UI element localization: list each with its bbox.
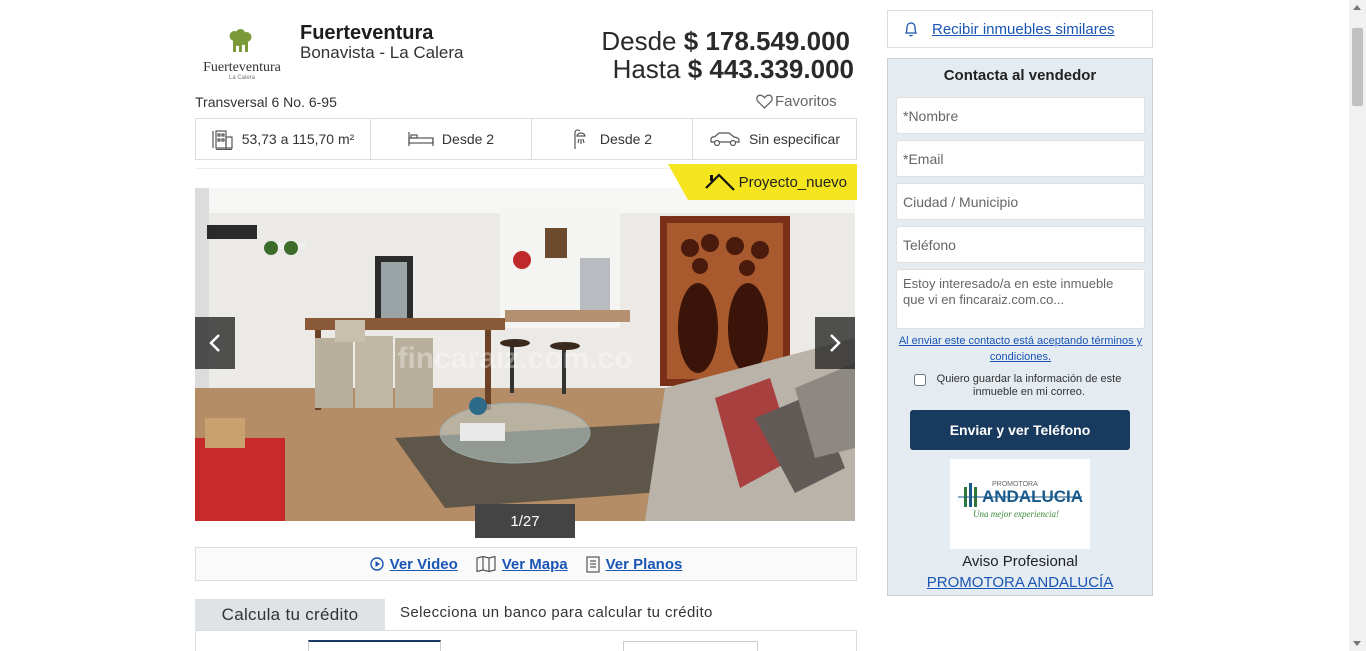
feature-parking: Sin especificar [693,119,856,159]
feature-bathrooms: Desde 2 [532,119,693,159]
gallery-next-button[interactable] [815,317,855,369]
agent-logo: PROMOTORA ANDALUCIA Una mejor experienci… [950,459,1090,549]
credit-calculator-tab[interactable]: Calcula tu crédito [195,599,385,631]
plans-link[interactable]: Ver Planos [586,555,683,573]
svg-text:fincaraiz.com.co: fincaraiz.com.co [397,342,632,375]
similar-alert-link[interactable]: Recibir inmuebles similares [932,21,1115,38]
new-project-badge: Proyecto_nuevo [668,164,857,200]
scroll-down-icon[interactable] [1353,641,1361,646]
features-bar: 53,73 a 115,70 m² Desde 2 Desde 2 Sin es… [195,118,857,160]
project-name: Fuerteventura [300,22,434,44]
save-info-row: Quiero guardar la información de este in… [914,373,1144,399]
scroll-thumb[interactable] [1352,28,1363,106]
terms-link[interactable]: Al enviar este contacto está aceptando t… [896,333,1145,365]
svg-text:Fuerteventura: Fuerteventura [203,60,282,75]
building-area-icon [212,130,233,150]
chevron-left-icon [209,334,220,352]
project-logo: Fuerteventura La Calera [196,28,288,82]
badge-label: Proyecto_nuevo [738,173,847,191]
phone-field[interactable] [896,226,1145,263]
car-icon [710,132,740,147]
house-roof-icon [704,173,735,191]
price-from-value: $ 178.549.000 [683,26,850,56]
map-link-label: Ver Mapa [501,555,568,573]
media-links-bar: Ver Video Ver Mapa Ver Planos [195,547,857,581]
feature-area: 53,73 a 115,70 m² [196,119,371,159]
price-to-label: Hasta [612,54,681,84]
contact-title: Contacta al vendedor [943,67,1097,84]
save-info-checkbox[interactable] [914,374,926,386]
favorites-button[interactable]: Favoritos [756,93,837,110]
price-from-label: Desde [601,26,677,56]
favorites-label: Favoritos [775,93,837,110]
submit-button[interactable]: Enviar y ver Teléfono [910,410,1130,450]
svg-text:ANDALUCIA: ANDALUCIA [982,487,1083,506]
feature-area-label: 53,73 a 115,70 m² [241,131,355,147]
scrollbar[interactable] [1349,0,1366,651]
project-location: Bonavista - La Calera [300,43,464,62]
shower-icon [574,129,586,149]
scroll-up-icon[interactable] [1353,5,1361,10]
chevron-right-icon [830,334,841,352]
save-info-label: Quiero guardar la información de este in… [936,373,1122,398]
plans-icon [586,555,600,573]
property-photo: fincaraiz.com.co [195,188,855,521]
plans-link-label: Ver Planos [605,555,683,573]
map-link[interactable]: Ver Mapa [476,556,568,573]
contact-form: Contacta al vendedor Al enviar este cont… [887,58,1153,596]
svg-text:Una mejor experiencia!: Una mejor experiencia! [973,509,1059,519]
video-link[interactable]: Ver Video [369,555,458,573]
property-address: Transversal 6 No. 6-95 [195,94,337,110]
heart-icon [756,94,773,109]
price-from: Desde $ 178.549.000 [601,26,850,57]
bell-icon [904,22,918,37]
email-field[interactable] [896,140,1145,177]
feature-parking-label: Sin especificar [748,131,841,147]
gallery-counter: 1/27 [475,504,575,538]
feature-bathrooms-label: Desde 2 [599,131,653,147]
svg-text:La Calera: La Calera [229,75,256,81]
similar-alert-box: Recibir inmuebles similares [887,10,1153,48]
price-to-value: $ 443.339.000 [687,54,854,84]
feature-bedrooms: Desde 2 [371,119,532,159]
message-field[interactable] [896,269,1145,329]
gallery-prev-button[interactable] [195,317,235,369]
name-field[interactable] [896,97,1145,134]
video-link-label: Ver Video [389,555,458,573]
property-page: Fuerteventura La Calera Fuerteventura Bo… [0,0,1366,651]
credit-prompt: Selecciona un banco para calcular tu cré… [400,604,713,621]
feature-bedrooms-label: Desde 2 [441,131,495,147]
price-to: Hasta $ 443.339.000 [613,54,854,85]
play-icon [369,557,384,571]
agent-type: Aviso Profesional [962,553,1078,570]
bank-option[interactable] [623,641,758,651]
photo-gallery[interactable]: fincaraiz.com.co [195,188,855,521]
bank-option[interactable] [308,640,441,651]
city-field[interactable] [896,183,1145,220]
map-icon [476,556,496,572]
agent-name-link[interactable]: PROMOTORA ANDALUCÍA [888,574,1152,591]
bed-icon [408,132,434,146]
